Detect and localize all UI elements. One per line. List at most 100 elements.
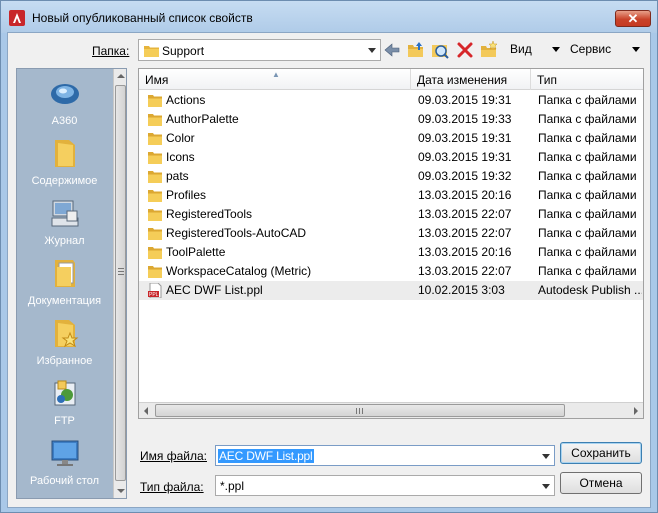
place-label: Журнал (44, 235, 85, 247)
up-folder-icon[interactable] (405, 39, 427, 61)
file-date: 13.03.2015 20:16 (418, 245, 512, 259)
place-label: Рабочий стол (29, 475, 100, 487)
folder-icon (148, 114, 162, 126)
folder-label-text: Папка: (92, 44, 130, 58)
file-name: ToolPalette (166, 245, 226, 259)
folder-row[interactable]: Color 09.03.2015 19:31 Папка с файлами (139, 129, 643, 148)
file-row[interactable]: PPL AEC DWF List.ppl 10.02.2015 3:03 Autode… (139, 281, 643, 300)
save-button[interactable]: Сохранить (560, 442, 642, 464)
file-date: 09.03.2015 19:31 (418, 150, 512, 164)
folder-icon (148, 171, 162, 183)
scroll-thumb[interactable] (155, 404, 565, 417)
file-date: 13.03.2015 22:07 (418, 226, 512, 240)
filetype-dropdown[interactable]: *.ppl (215, 475, 555, 496)
folder-icon (148, 209, 162, 221)
file-date: 10.02.2015 3:03 (418, 283, 505, 297)
folder-row[interactable]: RegisteredTools 13.03.2015 22:07 Папка с ф… (139, 205, 643, 224)
documents-icon (55, 260, 75, 287)
svg-text:PPL: PPL (149, 292, 159, 298)
file-name: pats (166, 169, 189, 183)
file-type: Папка с файлами (538, 226, 637, 240)
filename-input[interactable]: AEC DWF List.ppl (215, 445, 555, 466)
folder-icon (148, 133, 162, 145)
close-icon: ✕ (627, 11, 639, 26)
filetype-value: *.ppl (220, 479, 245, 493)
file-date: 09.03.2015 19:31 (418, 131, 512, 145)
folder-dropdown[interactable]: Support (138, 39, 381, 61)
autocad-app-icon (9, 10, 25, 26)
place-desktop[interactable]: Рабочий стол (17, 433, 112, 493)
folder-icon (148, 190, 162, 202)
file-name: AEC DWF List.ppl (166, 283, 263, 297)
chevron-down-icon[interactable] (542, 454, 550, 459)
folder-icon (148, 152, 162, 164)
file-type: Папка с файлами (538, 150, 637, 164)
ppl-file-icon: PPL (148, 283, 162, 298)
title-bar[interactable]: Новый опубликованный список свойств ✕ (1, 1, 657, 33)
grip-icon (118, 268, 124, 275)
folder-value: Support (162, 44, 205, 58)
file-type: Папка с файлами (538, 169, 637, 183)
horizontal-scrollbar[interactable] (139, 402, 643, 418)
place-ftp[interactable]: FTP (17, 373, 112, 433)
folder-row[interactable]: AuthorPalette 09.03.2015 19:33 Папка с фай… (139, 110, 643, 129)
place-favorites[interactable]: Избранное (17, 313, 112, 373)
service-dropdown-icon[interactable] (632, 47, 640, 52)
file-date: 09.03.2015 19:33 (418, 112, 512, 126)
window-title: Новый опубликованный список свойств (32, 11, 253, 25)
place-history[interactable]: Журнал (17, 193, 112, 253)
ftp-icon (54, 380, 76, 406)
place-label: Содержимое (31, 175, 98, 187)
folder-row[interactable]: WorkspaceCatalog (Metric) 13.03.2015 22:0… (139, 262, 643, 281)
dialog-body: Папка: Support Вид Сервис A360 Содержимо… (7, 32, 651, 508)
chevron-down-icon (368, 48, 376, 53)
column-header-type[interactable]: Тип (531, 69, 643, 90)
cancel-label: Отмена (579, 476, 623, 490)
file-date: 09.03.2015 19:31 (418, 93, 512, 107)
file-type: Папка с файлами (538, 112, 637, 126)
scroll-down-icon[interactable] (117, 489, 125, 493)
column-headers: Имя ▲ Дата изменения Тип (139, 69, 643, 90)
file-type: Папка с файлами (538, 245, 637, 259)
filename-value: AEC DWF List.ppl (218, 449, 314, 463)
cancel-button[interactable]: Отмена (560, 472, 642, 494)
file-name: Color (166, 131, 195, 145)
filename-label: Имя файла: (140, 449, 207, 463)
folder-label: Папка: (92, 44, 129, 58)
scroll-right-icon[interactable] (634, 407, 638, 415)
scroll-up-icon[interactable] (117, 74, 125, 78)
view-menu-button[interactable]: Вид (510, 42, 532, 56)
folder-row[interactable]: ToolPalette 13.03.2015 20:16 Папка с файла… (139, 243, 643, 262)
chevron-down-icon[interactable] (542, 484, 550, 489)
save-label: Сохранить (571, 446, 631, 460)
search-web-icon[interactable] (429, 39, 451, 61)
place-content[interactable]: Содержимое (17, 133, 112, 193)
folder-icon (148, 266, 162, 278)
file-date: 13.03.2015 20:16 (418, 188, 512, 202)
places-scrollbar[interactable] (113, 69, 126, 498)
place-label: A360 (51, 115, 78, 127)
place-label: Документация (27, 295, 102, 307)
view-dropdown-icon[interactable] (552, 47, 560, 52)
folder-icon (55, 140, 75, 167)
file-type: Autodesk Publish ... (538, 283, 642, 297)
folder-row[interactable]: Profiles 13.03.2015 20:16 Папка с файлами (139, 186, 643, 205)
filetype-label-text: Тип файла: (140, 480, 204, 494)
file-type: Папка с файлами (538, 93, 637, 107)
new-folder-icon[interactable] (478, 39, 500, 61)
folder-row[interactable]: Icons 09.03.2015 19:31 Папка с файлами (139, 148, 643, 167)
scroll-thumb[interactable] (115, 85, 126, 481)
file-list: Имя ▲ Дата изменения Тип Actions 09.03.20… (138, 68, 644, 419)
place-documents[interactable]: Документация (17, 253, 112, 313)
delete-icon[interactable] (454, 39, 476, 61)
folder-row[interactable]: RegisteredTools-AutoCAD 13.03.2015 22:07 П… (139, 224, 643, 243)
place-a360[interactable]: A360 (17, 73, 112, 133)
column-header-date[interactable]: Дата изменения (411, 69, 531, 90)
favorites-icon (55, 320, 79, 348)
service-menu-button[interactable]: Сервис (570, 42, 611, 56)
back-icon[interactable] (381, 39, 403, 61)
scroll-left-icon[interactable] (144, 407, 148, 415)
folder-row[interactable]: Actions 09.03.2015 19:31 Папка с файлами (139, 91, 643, 110)
close-button[interactable]: ✕ (615, 10, 651, 27)
folder-row[interactable]: pats 09.03.2015 19:32 Папка с файлами (139, 167, 643, 186)
